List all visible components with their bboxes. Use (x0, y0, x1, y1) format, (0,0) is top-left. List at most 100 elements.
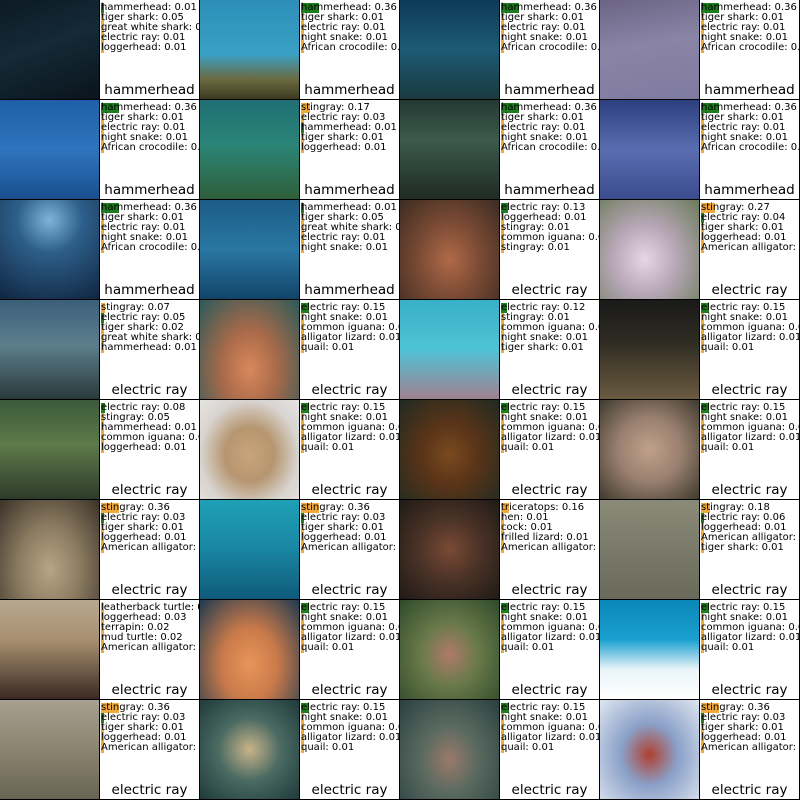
prediction-list: stingray: 0.36 electric ray: 0.03 tiger sh… (101, 703, 199, 753)
prediction-panel: hammerhead: 0.36 tiger shark: 0.01 electri… (500, 100, 600, 200)
photo-fill (200, 400, 299, 499)
prediction-line: American alligator: 0.01 (701, 243, 799, 253)
prediction-panel: stingray: 0.17 electric ray: 0.03 hammerhe… (300, 100, 400, 200)
prediction-list: stingray: 0.36 electric ray: 0.03 tiger sh… (301, 503, 399, 553)
prediction-line: American alligator: 0.01 (101, 643, 199, 653)
prediction-text: loggerhead: 0.01 (301, 142, 387, 153)
thumbnail-image (400, 600, 500, 700)
prediction-text: African crocodile: 0.01 (701, 142, 800, 153)
prediction-line: quail: 0.01 (701, 443, 799, 453)
prediction-panel: hammerhead: 0.36 tiger shark: 0.01 electri… (300, 0, 400, 100)
prediction-list: hammerhead: 0.01 tiger shark: 0.05 great w… (101, 3, 199, 53)
prediction-text: American alligator: 0.01 (101, 542, 199, 553)
photo-fill (600, 700, 699, 799)
prediction-panel: triceratops: 0.16 hen: 0.01 cock: 0.01 fril… (500, 500, 600, 600)
thumbnail-image (0, 100, 100, 200)
thumbnail-image (600, 500, 700, 600)
thumbnail-image (200, 600, 300, 700)
photo-fill (600, 600, 699, 699)
prediction-panel: hammerhead: 0.36 tiger shark: 0.01 electri… (700, 100, 800, 200)
prediction-text: night snake: 0.01 (301, 242, 388, 253)
true-label: electric ray (111, 782, 188, 798)
prediction-line: night snake: 0.01 (301, 243, 399, 253)
true-label: electric ray (711, 482, 788, 498)
true-label: electric ray (311, 482, 388, 498)
thumbnail-image (0, 400, 100, 500)
prediction-list: stingray: 0.27 electric ray: 0.04 tiger sh… (701, 203, 799, 253)
true-label: hammerhead (104, 82, 195, 98)
prediction-text: African crocodile: 0.01 (701, 42, 800, 53)
prediction-panel: stingray: 0.36 electric ray: 0.03 tiger sh… (300, 500, 400, 600)
prediction-text: loggerhead: 0.01 (101, 42, 187, 53)
prediction-line: African crocodile: 0.01 (701, 143, 799, 153)
photo-fill (600, 500, 699, 599)
prediction-list: electric ray: 0.15 night snake: 0.01 commo… (301, 303, 399, 353)
true-label: hammerhead (504, 82, 595, 98)
prediction-line: hammerhead: 0.01 (101, 343, 199, 353)
true-label: electric ray (711, 382, 788, 398)
photo-fill (200, 0, 299, 99)
photo-fill (600, 100, 699, 199)
prediction-line: stingray: 0.01 (501, 243, 599, 253)
true-label: hammerhead (104, 282, 195, 298)
prediction-panel: stingray: 0.18 electric ray: 0.06 loggerhe… (700, 500, 800, 600)
thumbnail-image (200, 700, 300, 800)
prediction-panel: hammerhead: 0.01 tiger shark: 0.05 great w… (100, 0, 200, 100)
prediction-text: American alligator: 0.01 (701, 742, 799, 753)
photo-fill (0, 500, 99, 599)
prediction-text: loggerhead: 0.01 (101, 442, 187, 453)
prediction-panel: electric ray: 0.15 night snake: 0.01 commo… (500, 600, 600, 700)
prediction-list: hammerhead: 0.36 tiger shark: 0.01 electri… (501, 3, 599, 53)
thumbnail-image (0, 300, 100, 400)
prediction-panel: electric ray: 0.15 night snake: 0.01 commo… (500, 400, 600, 500)
prediction-panel: electric ray: 0.15 night snake: 0.01 commo… (700, 300, 800, 400)
true-label: hammerhead (304, 182, 395, 198)
photo-fill (200, 300, 299, 399)
photo-fill (400, 200, 499, 299)
prediction-line: quail: 0.01 (301, 343, 399, 353)
photo-fill (600, 0, 699, 99)
prediction-line: American alligator: 0.01 (501, 543, 599, 553)
prediction-text: quail: 0.01 (701, 442, 755, 453)
prediction-panel: electric ray: 0.08 stingray: 0.05 hammerhe… (100, 400, 200, 500)
prediction-panel: stingray: 0.36 electric ray: 0.03 tiger sh… (100, 500, 200, 600)
thumbnail-image (400, 100, 500, 200)
true-label: electric ray (311, 782, 388, 798)
prediction-list: hammerhead: 0.36 tiger shark: 0.01 electri… (101, 103, 199, 153)
thumbnail-image (200, 200, 300, 300)
prediction-text: African crocodile: 0.01 (301, 42, 400, 53)
prediction-text: quail: 0.01 (301, 342, 355, 353)
prediction-text: quail: 0.01 (501, 742, 555, 753)
prediction-text: African crocodile: 0.01 (101, 242, 200, 253)
prediction-list: electric ray: 0.15 night snake: 0.01 commo… (701, 303, 799, 353)
photo-fill (400, 700, 499, 799)
prediction-line: quail: 0.01 (701, 643, 799, 653)
thumbnail-image (600, 200, 700, 300)
prediction-list: stingray: 0.18 electric ray: 0.06 loggerhe… (701, 503, 799, 553)
true-label: electric ray (311, 382, 388, 398)
prediction-text: stingray: 0.01 (501, 242, 570, 253)
photo-fill (200, 600, 299, 699)
true-label: electric ray (511, 382, 588, 398)
prediction-list: electric ray: 0.12 stingray: 0.01 common i… (501, 303, 599, 353)
prediction-panel: electric ray: 0.15 night snake: 0.01 commo… (300, 600, 400, 700)
prediction-text: quail: 0.01 (501, 442, 555, 453)
photo-fill (400, 0, 499, 99)
prediction-panel: stingray: 0.36 electric ray: 0.03 tiger sh… (100, 700, 200, 800)
photo-fill (0, 700, 99, 799)
prediction-list: electric ray: 0.15 night snake: 0.01 commo… (501, 603, 599, 653)
thumbnail-image (0, 200, 100, 300)
true-label: electric ray (711, 282, 788, 298)
prediction-panel: hammerhead: 0.36 tiger shark: 0.01 electri… (100, 100, 200, 200)
photo-fill (400, 300, 499, 399)
thumbnail-image (400, 300, 500, 400)
true-label: electric ray (111, 382, 188, 398)
prediction-list: stingray: 0.36 electric ray: 0.03 tiger sh… (701, 703, 799, 753)
prediction-list: electric ray: 0.15 night snake: 0.01 commo… (701, 403, 799, 453)
true-label: electric ray (711, 682, 788, 698)
prediction-text: quail: 0.01 (301, 442, 355, 453)
thumbnail-image (600, 600, 700, 700)
prediction-line: African crocodile: 0.01 (501, 43, 599, 53)
prediction-list: hammerhead: 0.36 tiger shark: 0.01 electri… (701, 3, 799, 53)
true-label: hammerhead (304, 282, 395, 298)
